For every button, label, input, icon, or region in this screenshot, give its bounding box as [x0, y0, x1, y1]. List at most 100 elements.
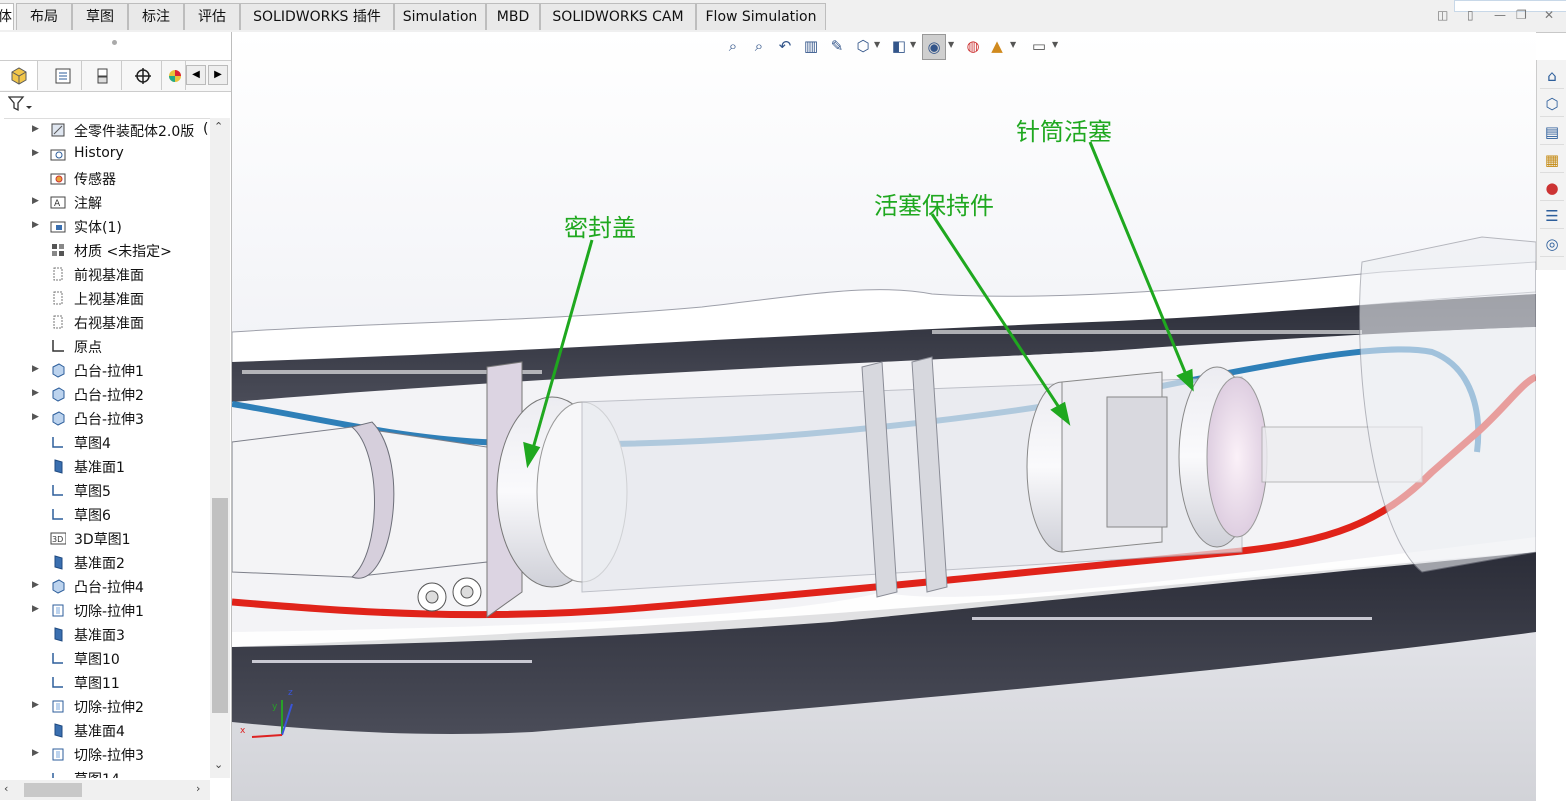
filter-icon[interactable]: [8, 96, 32, 112]
expand-arrow-icon[interactable]: ▶: [32, 364, 39, 374]
tree-item[interactable]: 原点: [0, 334, 210, 358]
tree-item[interactable]: 基准面2: [0, 550, 210, 574]
tree-item[interactable]: ▶ History: [0, 142, 210, 166]
apply-scene-icon[interactable]: ▲: [986, 34, 1008, 58]
graphics-viewport[interactable]: 密封盖 活塞保持件 针筒活塞 z y x ⌕ ⌕ ↶ ▥ ✎ ⬡ ▼ ◧ ▼ ◉…: [232, 32, 1536, 801]
dimxpert-tab[interactable]: [124, 61, 162, 90]
ref-plane-icon: [50, 554, 66, 570]
display-manager-tab[interactable]: [164, 61, 186, 90]
tree-item[interactable]: 草图5: [0, 478, 210, 502]
command-manager-tabs: 体 布局 草图 标注 评估 SOLIDWORKS 插件 Simulation M…: [0, 0, 1566, 33]
scroll-thumb[interactable]: [212, 498, 228, 713]
tab-simulation[interactable]: Simulation: [394, 3, 486, 30]
tree-item[interactable]: 右视基准面: [0, 310, 210, 334]
restore-icon[interactable]: ❐: [1516, 8, 1527, 22]
expand-arrow-icon[interactable]: ▶: [32, 580, 39, 590]
display-style-icon[interactable]: ◧: [888, 34, 910, 58]
tree-item[interactable]: 基准面3: [0, 622, 210, 646]
view-orientation-dropdown-icon[interactable]: ▼: [874, 40, 880, 49]
tree-item[interactable]: ▶ 全零件装配体2.0版 (: [0, 118, 210, 142]
view-settings-icon[interactable]: ▭: [1028, 34, 1050, 58]
configuration-manager-tab[interactable]: [84, 61, 122, 90]
view-orientation-icon[interactable]: ⬡: [852, 34, 874, 58]
appearances-icon[interactable]: ●: [1540, 176, 1564, 201]
tree-item[interactable]: ▶ 切除-拉伸3: [0, 742, 210, 766]
tree-item[interactable]: ▶ 切除-拉伸2: [0, 694, 210, 718]
tab-flow-simulation[interactable]: Flow Simulation: [696, 3, 826, 30]
tabs-scroll-right-icon[interactable]: ▶: [208, 65, 228, 85]
property-manager-tab[interactable]: [44, 61, 82, 90]
expand-arrow-icon[interactable]: ▶: [32, 604, 39, 614]
custom-properties-icon[interactable]: ☰: [1540, 204, 1564, 229]
tile-icon[interactable]: ▯: [1467, 8, 1474, 22]
tabs-scroll-left-icon[interactable]: ◀: [186, 65, 206, 85]
expand-arrow-icon[interactable]: ▶: [32, 388, 39, 398]
label-syringe-piston: 针筒活塞: [1016, 118, 1112, 146]
tree-horizontal-scrollbar[interactable]: ‹ ›: [0, 780, 210, 800]
tree-item[interactable]: 前视基准面: [0, 262, 210, 286]
tree-item[interactable]: 草图4: [0, 430, 210, 454]
scroll-up-icon[interactable]: ⌃: [214, 120, 223, 133]
dynamic-annotation-icon[interactable]: ✎: [826, 34, 848, 58]
tree-item[interactable]: 3D 3D草图1: [0, 526, 210, 550]
zoom-to-fit-icon[interactable]: ⌕: [722, 34, 744, 58]
file-explorer-icon[interactable]: ▤: [1540, 120, 1564, 145]
tree-item[interactable]: 上视基准面: [0, 286, 210, 310]
tab-evaluate[interactable]: 评估: [184, 3, 240, 30]
display-style-dropdown-icon[interactable]: ▼: [910, 40, 916, 49]
scroll-right-icon[interactable]: ›: [196, 782, 200, 795]
view-settings-dropdown-icon[interactable]: ▼: [1052, 40, 1058, 49]
tree-item[interactable]: ▶ 切除-拉伸1: [0, 598, 210, 622]
apply-scene-dropdown-icon[interactable]: ▼: [1010, 40, 1016, 49]
tree-item[interactable]: ▶ A 注解: [0, 190, 210, 214]
tab-layout[interactable]: 布局: [16, 3, 72, 30]
view-palette-icon[interactable]: ▦: [1540, 148, 1564, 173]
tree-item[interactable]: ▶ 凸台-拉伸4: [0, 574, 210, 598]
tree-item[interactable]: 草图11: [0, 670, 210, 694]
tab-sketch[interactable]: 草图: [72, 3, 128, 30]
expand-arrow-icon[interactable]: ▶: [32, 148, 39, 158]
tab-solidworks-addins[interactable]: SOLIDWORKS 插件: [240, 3, 394, 30]
restore-panel-icon[interactable]: ◫: [1437, 8, 1448, 22]
tree-item[interactable]: 草图10: [0, 646, 210, 670]
horizontal-scroll-thumb[interactable]: [24, 783, 82, 797]
expand-arrow-icon[interactable]: ▶: [32, 700, 39, 710]
tree-item[interactable]: ▶ 实体(1): [0, 214, 210, 238]
tree-item[interactable]: 材质 <未指定>: [0, 238, 210, 262]
section-view-icon[interactable]: ▥: [800, 34, 822, 58]
scroll-left-icon[interactable]: ‹: [4, 782, 8, 795]
expand-arrow-icon[interactable]: ▶: [32, 220, 39, 230]
expand-arrow-icon[interactable]: ▶: [32, 124, 39, 134]
expand-arrow-icon[interactable]: ▶: [32, 196, 39, 206]
zoom-to-area-icon[interactable]: ⌕: [748, 34, 770, 58]
tree-item[interactable]: 草图6: [0, 502, 210, 526]
tab-markup[interactable]: 标注: [128, 3, 184, 30]
previous-view-icon[interactable]: ↶: [774, 34, 796, 58]
tree-item[interactable]: ▶ 凸台-拉伸2: [0, 382, 210, 406]
close-icon[interactable]: ✕: [1544, 8, 1554, 22]
scroll-down-icon[interactable]: ⌄: [214, 758, 223, 771]
expand-arrow-icon[interactable]: ▶: [32, 412, 39, 422]
edit-appearance-icon[interactable]: ◍: [962, 34, 984, 58]
assembly-cutaway-model[interactable]: [232, 32, 1536, 801]
sketch-icon: [50, 674, 66, 690]
hide-show-dropdown-icon[interactable]: ▼: [948, 40, 954, 49]
design-library-icon[interactable]: ⬡: [1540, 92, 1564, 117]
panel-grip-icon[interactable]: [112, 40, 117, 45]
expand-arrow-icon[interactable]: ▶: [32, 748, 39, 758]
tree-item[interactable]: 草图14: [0, 766, 210, 778]
tab-solidworks-cam[interactable]: SOLIDWORKS CAM: [540, 3, 696, 30]
minimize-icon[interactable]: —: [1494, 8, 1506, 22]
feature-manager-tab[interactable]: [0, 61, 38, 90]
home-icon[interactable]: ⌂: [1540, 64, 1564, 89]
tree-item[interactable]: 传感器: [0, 166, 210, 190]
tree-item[interactable]: 基准面1: [0, 454, 210, 478]
tab-mbd[interactable]: MBD: [486, 3, 540, 30]
tree-item[interactable]: ▶ 凸台-拉伸3: [0, 406, 210, 430]
hide-show-items-icon[interactable]: ◉: [922, 34, 946, 60]
tree-item[interactable]: 基准面4: [0, 718, 210, 742]
solidworks-resources-icon[interactable]: ◎: [1540, 232, 1564, 257]
tree-item[interactable]: ▶ 凸台-拉伸1: [0, 358, 210, 382]
tab-part[interactable]: 体: [0, 3, 14, 30]
tree-vertical-scrollbar[interactable]: ⌃ ⌄: [210, 118, 230, 778]
